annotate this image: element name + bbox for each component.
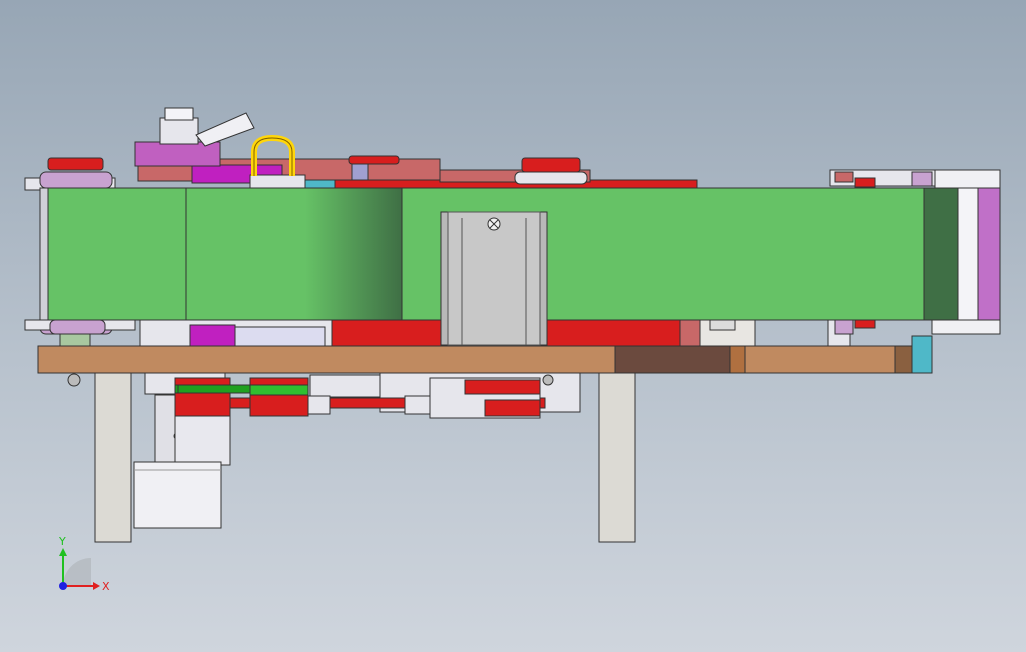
right-end-cap (957, 187, 979, 321)
right-top-roller (514, 171, 588, 185)
angled-nozzle (195, 112, 255, 147)
stepper-motor (440, 211, 548, 346)
belt-shaded-roller (185, 187, 403, 321)
nozzle-body (159, 117, 199, 145)
table-dark-insert (614, 345, 731, 374)
right-magenta-plate (977, 187, 1001, 321)
top-assemblies (24, 107, 1001, 191)
right-leg (598, 371, 636, 543)
left-leg (94, 371, 132, 543)
left-top-roller (39, 171, 113, 189)
mid-lower-pulley (249, 377, 309, 417)
x-axis-label: X (102, 580, 110, 593)
y-axis-label: Y (58, 535, 66, 548)
axis-triad: X Y (58, 535, 110, 593)
motor-can (133, 461, 222, 529)
teal-block (911, 335, 933, 374)
under-drive (67, 371, 581, 419)
table-top (37, 345, 915, 374)
z-axis-dot (59, 582, 67, 590)
left-lower-pulley (174, 377, 231, 417)
cad-model-view[interactable]: X Y (0, 0, 1026, 652)
cad-viewport[interactable]: X Y (0, 0, 1026, 652)
